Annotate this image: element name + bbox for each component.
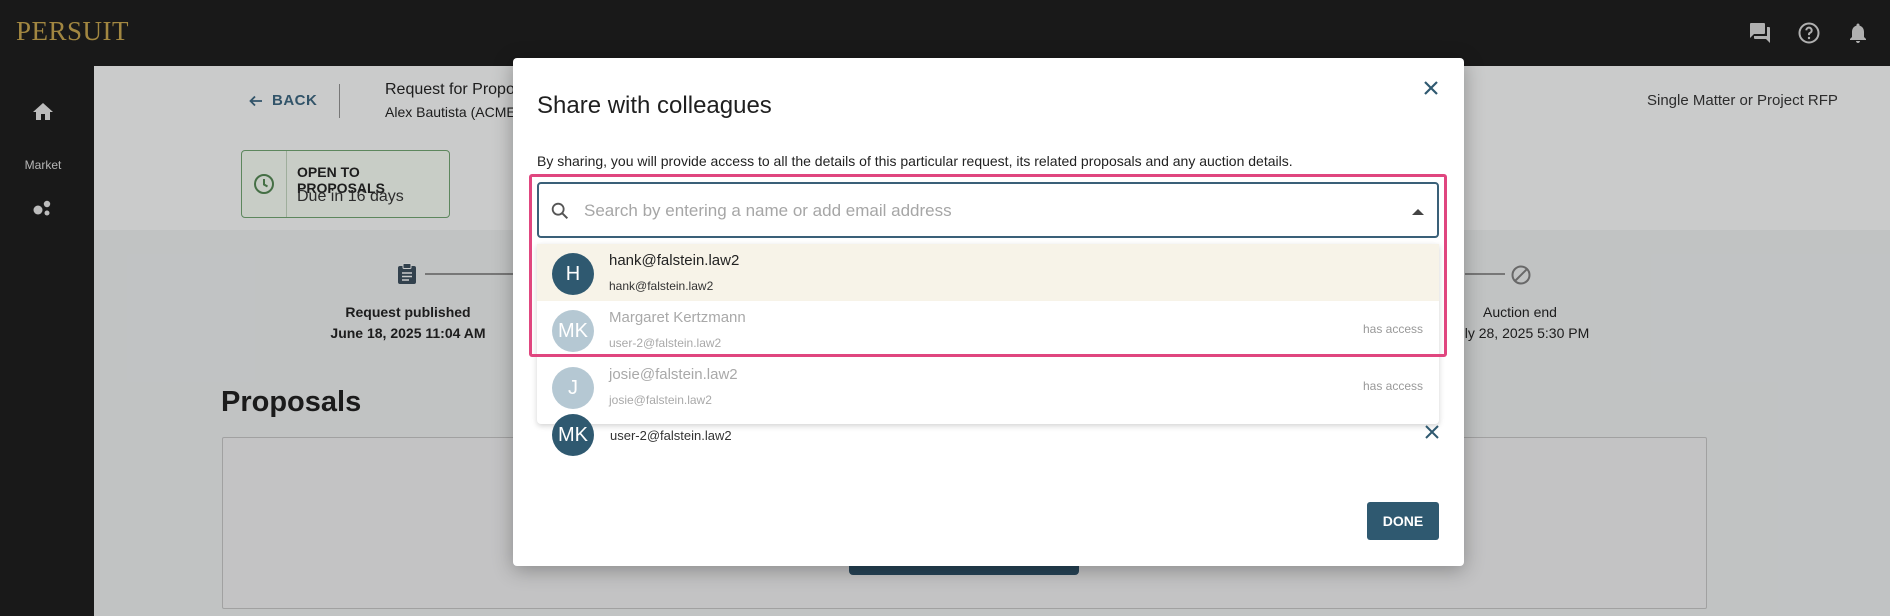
option-email: josie@falstein.law2 <box>609 393 712 407</box>
dialog-description: By sharing, you will provide access to a… <box>537 153 1293 169</box>
avatar: J <box>552 367 594 409</box>
access-status: has access <box>1362 379 1423 393</box>
suggestion-option[interactable]: H hank@falstein.law2 hank@falstein.law2 <box>537 244 1439 301</box>
caret-up-icon[interactable] <box>1412 209 1424 215</box>
suggestion-option[interactable]: MK Margaret Kertzmann user-2@falstein.la… <box>537 301 1439 358</box>
option-name: hank@falstein.law2 <box>609 252 740 269</box>
option-email: user-2@falstein.law2 <box>609 336 722 350</box>
avatar: H <box>552 253 594 295</box>
share-dialog: Share with colleagues By sharing, you wi… <box>513 58 1464 566</box>
done-button[interactable]: DONE <box>1367 502 1439 540</box>
option-email: hank@falstein.law2 <box>609 279 714 293</box>
avatar: MK <box>552 310 594 352</box>
shared-email: user-2@falstein.law2 <box>610 428 732 443</box>
close-icon[interactable] <box>1419 76 1443 100</box>
avatar: MK <box>552 414 594 456</box>
suggestion-list: H hank@falstein.law2 hank@falstein.law2 … <box>537 244 1439 424</box>
search-icon <box>549 200 571 222</box>
search-input[interactable] <box>584 196 1364 226</box>
option-name: josie@falstein.law2 <box>609 366 738 383</box>
access-status: has access <box>1362 322 1423 336</box>
suggestion-option[interactable]: J josie@falstein.law2 josie@falstein.law… <box>537 358 1439 415</box>
dialog-title: Share with colleagues <box>537 92 772 119</box>
option-name: Margaret Kertzmann <box>609 309 746 326</box>
remove-icon[interactable] <box>1422 422 1442 442</box>
shared-colleague-row: MK user-2@falstein.law2 <box>537 414 1439 468</box>
colleague-search-field[interactable] <box>537 182 1439 238</box>
